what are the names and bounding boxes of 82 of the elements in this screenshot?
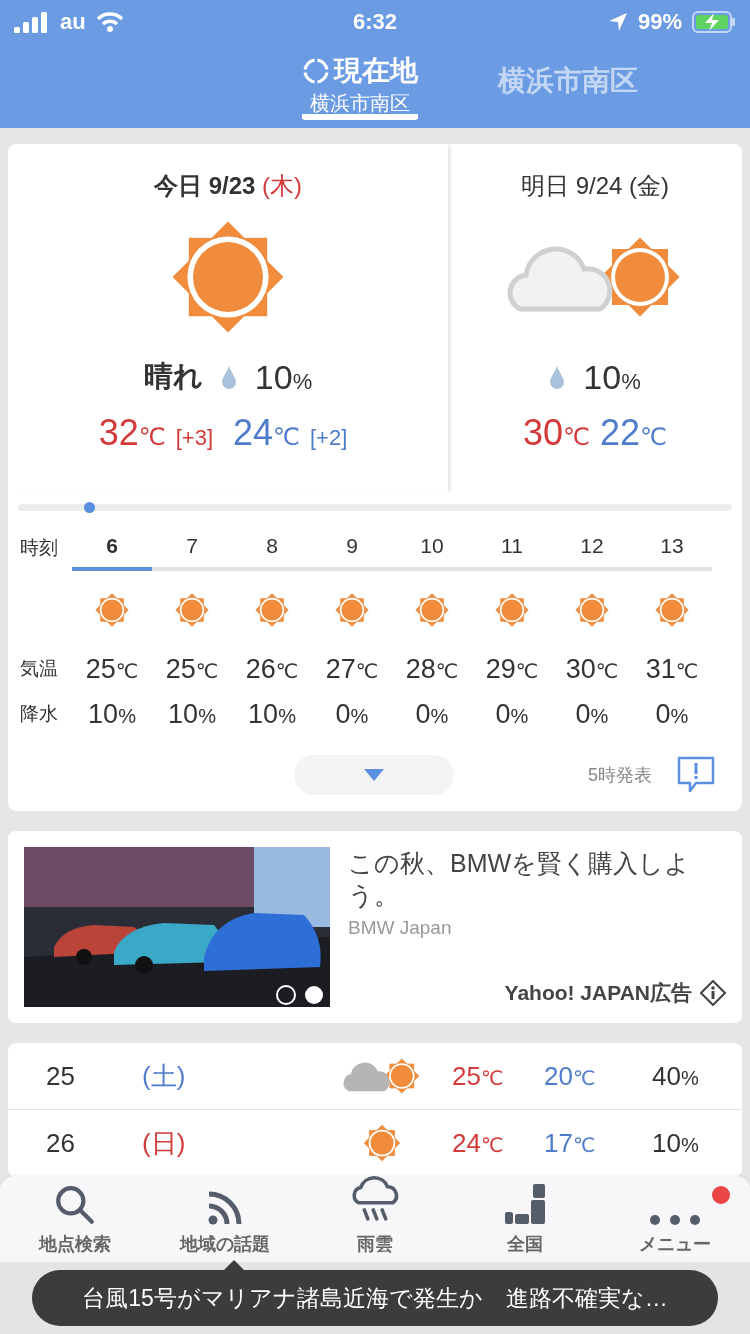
day-number: 26 (46, 1127, 76, 1159)
tab-bar-item[interactable]: 全国 (450, 1176, 600, 1262)
low-temp-diff: [+2] (310, 425, 348, 451)
hour-temp: 25℃ (85, 653, 139, 685)
tab-bar-item[interactable]: 地点検索 (0, 1176, 150, 1262)
day-number: 25 (46, 1060, 76, 1092)
high-temp: 32℃ (98, 412, 166, 454)
hour-temp: 27℃ (325, 653, 379, 685)
raindrop-icon (220, 365, 237, 389)
ad-headline[interactable]: この秋、BMWを賢く購入しよう。 (348, 847, 726, 911)
feed-icon (207, 1190, 243, 1226)
ad-card[interactable]: この秋、BMWを賢く購入しよう。 BMW Japan Yahoo! JAPAN広告 (8, 831, 742, 1023)
advertiser-name: BMW Japan (348, 917, 453, 939)
rain-chance: 40% (652, 1060, 700, 1092)
hour-rain: 0% (655, 698, 689, 730)
tab-bar-item[interactable]: 雨雲 (300, 1176, 450, 1262)
hour-rain: 10% (168, 698, 216, 730)
high-temp: 30℃ (523, 412, 590, 454)
hour-temp: 26℃ (245, 653, 299, 685)
hour-tab[interactable]: 12 (552, 525, 632, 571)
low-temp: 22℃ (600, 412, 667, 454)
hour-tab[interactable]: 6 (72, 525, 152, 571)
carrier-name: au (60, 9, 86, 35)
row-label: 降水 (19, 702, 59, 726)
tab-bar-item[interactable]: 地域の話題 (150, 1176, 300, 1262)
tab-bar-item[interactable]: メニュー (600, 1176, 750, 1262)
low-temp: 17℃ (544, 1127, 597, 1159)
weather-condition: 晴れ (143, 359, 203, 394)
hour-temp: 29℃ (485, 653, 539, 685)
info-icon[interactable] (700, 980, 726, 1006)
crosshair-icon (302, 57, 330, 85)
signal-icon (14, 11, 50, 33)
timeline-handle[interactable] (84, 502, 96, 513)
day-heading: 明日 9/24 (金) (520, 171, 669, 201)
hour-rain: 0% (575, 698, 609, 730)
location-arrow-icon (607, 12, 628, 32)
japan-map-icon (503, 1182, 547, 1226)
daily-row[interactable]: 25 (土) 25℃ 20℃ 40% (8, 1043, 742, 1110)
timeline-track[interactable] (18, 504, 732, 511)
wifi-icon (95, 11, 124, 33)
tab-subtitle: 横浜市南区 (310, 91, 410, 116)
hour-tab[interactable]: 11 (472, 525, 552, 571)
hour-temp: 30℃ (565, 653, 619, 685)
battery-percent: 99% (637, 9, 682, 35)
hour-temp: 31℃ (645, 653, 699, 685)
weekday: (日) (142, 1126, 187, 1160)
hour-tab[interactable]: 13 (632, 525, 712, 571)
rain-chance: 10% (583, 357, 641, 397)
battery-charging-icon (692, 11, 736, 33)
search-icon (54, 1184, 96, 1226)
high-temp: 25℃ (452, 1060, 505, 1092)
clock-time: 6:32 (352, 9, 397, 35)
day-heading: 今日 9/23 (木) (153, 171, 302, 201)
hour-tab[interactable]: 10 (392, 525, 472, 571)
issued-time: 5時発表 (588, 764, 652, 787)
feedback-icon[interactable] (676, 755, 716, 795)
hour-temp: 25℃ (165, 653, 219, 685)
raindrop-icon (549, 365, 566, 389)
hour-rain: 10% (248, 698, 296, 730)
toast-pointer (224, 1260, 244, 1270)
hour-tab[interactable]: 8 (232, 525, 312, 571)
row-label: 時刻 (19, 536, 59, 560)
hour-rain: 0% (415, 698, 449, 730)
rain-chance: 10% (652, 1127, 700, 1159)
hour-temp: 28℃ (405, 653, 459, 685)
more-icon (649, 1214, 701, 1226)
hour-tab[interactable]: 9 (312, 525, 392, 571)
hour-rain: 10% (88, 698, 136, 730)
tab-title: 横浜市南区 (498, 64, 638, 98)
hour-tab[interactable]: 7 (152, 525, 232, 571)
low-temp: 24℃ (233, 412, 300, 454)
ad-label: Yahoo! JAPAN広告 (504, 980, 692, 1006)
weekday: (土) (142, 1059, 187, 1093)
hour-rain: 0% (335, 698, 369, 730)
high-temp-diff: [+3] (175, 425, 213, 451)
caret-icon (364, 769, 384, 781)
row-label: 気温 (19, 657, 59, 681)
low-temp: 20℃ (544, 1060, 597, 1092)
tab-title: 現在地 (334, 54, 418, 88)
high-temp: 24℃ (452, 1127, 505, 1159)
hour-rain: 0% (495, 698, 529, 730)
rain-chance: 10% (254, 357, 313, 397)
